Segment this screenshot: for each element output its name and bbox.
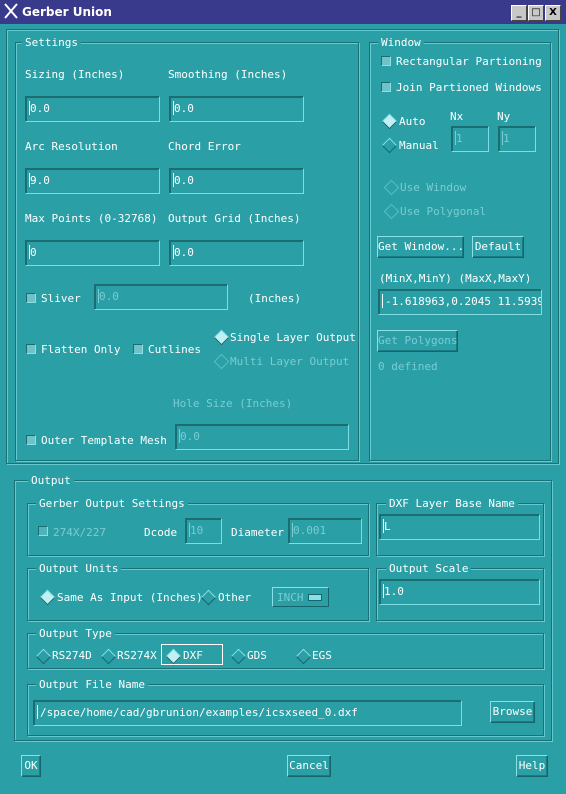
type-legend: Output Type — [36, 627, 115, 640]
get-window-button[interactable]: Get Window... — [377, 236, 464, 258]
nx-label: Nx — [450, 110, 464, 123]
hole-size-input[interactable]: 0.0 — [175, 424, 349, 450]
outer-template-label: Outer Template Mesh — [41, 434, 167, 447]
ok-button[interactable]: OK — [21, 755, 41, 777]
type-dxf-label: DXF — [183, 649, 203, 662]
smoothing-label: Smoothing (Inches) — [168, 68, 288, 81]
sliver-checkbox[interactable] — [26, 293, 36, 303]
type-rs274d-label: RS274D — [52, 649, 92, 662]
hole-size-label: Hole Size (Inches) — [173, 397, 293, 410]
option-menu-indicator-icon — [308, 594, 322, 601]
max-points-input[interactable]: 0 — [25, 240, 160, 266]
output-grid-label: Output Grid (Inches) — [168, 212, 301, 225]
polygons-defined-label: 0 defined — [378, 360, 438, 373]
settings-legend: Settings — [22, 36, 81, 49]
gerber-274-checkbox[interactable] — [38, 526, 48, 536]
sizing-input[interactable]: 0.0 — [25, 96, 160, 122]
default-button[interactable]: Default — [472, 236, 524, 258]
single-layer-label: Single Layer Output — [230, 331, 356, 344]
flatten-only-label: Flatten Only — [41, 343, 121, 356]
sliver-input[interactable]: 0.0 — [94, 284, 228, 310]
dxf-legend: DXF Layer Base Name — [386, 497, 518, 510]
cancel-button[interactable]: Cancel — [287, 755, 331, 777]
outer-template-checkbox[interactable] — [26, 435, 36, 445]
flatten-only-checkbox[interactable] — [26, 344, 36, 354]
scale-legend: Output Scale — [386, 562, 472, 575]
ny-label: Ny — [497, 110, 511, 123]
arc-resolution-label: Arc Resolution — [25, 140, 118, 153]
join-windows-checkbox[interactable] — [381, 82, 391, 92]
chord-error-input[interactable]: 0.0 — [169, 168, 304, 194]
use-window-label: Use Window — [400, 181, 467, 194]
browse-button[interactable]: Browse — [490, 701, 535, 723]
dcode-label: Dcode — [144, 526, 178, 539]
arc-resolution-input[interactable]: 9.0 — [25, 168, 160, 194]
sliver-unit-label: (Inches) — [248, 292, 301, 305]
get-polygons-button[interactable]: Get Polygons — [377, 330, 458, 352]
manual-label: Manual — [399, 139, 439, 152]
type-egs-label: EGS — [312, 649, 332, 662]
window-title: Gerber Union — [22, 5, 112, 19]
units-legend: Output Units — [36, 562, 122, 575]
use-polygonal-label: Use Polygonal — [400, 205, 487, 218]
nx-input[interactable]: 1 — [451, 126, 489, 152]
title-bar[interactable]: Gerber Union _ □ X — [0, 0, 566, 24]
rect-partition-checkbox[interactable] — [381, 56, 391, 66]
other-units-label: Other — [218, 591, 252, 604]
window-legend: Window — [378, 36, 424, 49]
cutlines-label: Cutlines — [148, 343, 201, 356]
maximize-button[interactable]: □ — [528, 5, 544, 21]
ny-input[interactable]: 1 — [498, 126, 536, 152]
gerber-legend: Gerber Output Settings — [36, 497, 188, 510]
join-windows-label: Join Partioned Windows — [396, 81, 542, 94]
extent-input[interactable]: -1.618963,0.2045 11.59396 — [378, 289, 542, 315]
diameter-label: Diameter — [231, 526, 284, 539]
extent-caption: (MinX,MinY) (MaxX,MaxY) — [379, 272, 532, 285]
units-dropdown[interactable]: INCH — [272, 587, 329, 607]
sizing-label: Sizing (Inches) — [25, 68, 125, 81]
x-logo-icon — [4, 3, 18, 19]
output-grid-input[interactable]: 0.0 — [169, 240, 304, 266]
rect-partition-label: Rectangular Partioning — [396, 55, 542, 68]
chord-error-label: Chord Error — [168, 140, 241, 153]
same-as-input-label: Same As Input (Inches) — [57, 591, 203, 604]
auto-label: Auto — [399, 115, 426, 128]
minimize-button[interactable]: _ — [511, 5, 527, 21]
type-rs274x-label: RS274X — [117, 649, 157, 662]
smoothing-input[interactable]: 0.0 — [169, 96, 304, 122]
diameter-input[interactable]: 0.001 — [288, 518, 362, 544]
dcode-input[interactable]: 10 — [185, 518, 222, 544]
type-gds-label: GDS — [247, 649, 267, 662]
cutlines-checkbox[interactable] — [133, 344, 143, 354]
output-legend: Output — [28, 474, 74, 487]
file-legend: Output File Name — [36, 678, 148, 691]
sliver-label: Sliver — [41, 292, 81, 305]
max-points-label: Max Points (0-32768) — [25, 212, 158, 225]
dxf-layer-input[interactable]: L — [379, 514, 540, 540]
help-button[interactable]: Help — [516, 755, 548, 777]
close-button[interactable]: X — [545, 5, 561, 21]
gerber-274-label: 274X/227 — [53, 526, 106, 539]
multi-layer-label: Multi Layer Output — [230, 355, 350, 368]
output-file-input[interactable]: /space/home/cad/gbrunion/examples/icsxse… — [33, 700, 462, 726]
output-scale-input[interactable]: 1.0 — [379, 579, 540, 605]
